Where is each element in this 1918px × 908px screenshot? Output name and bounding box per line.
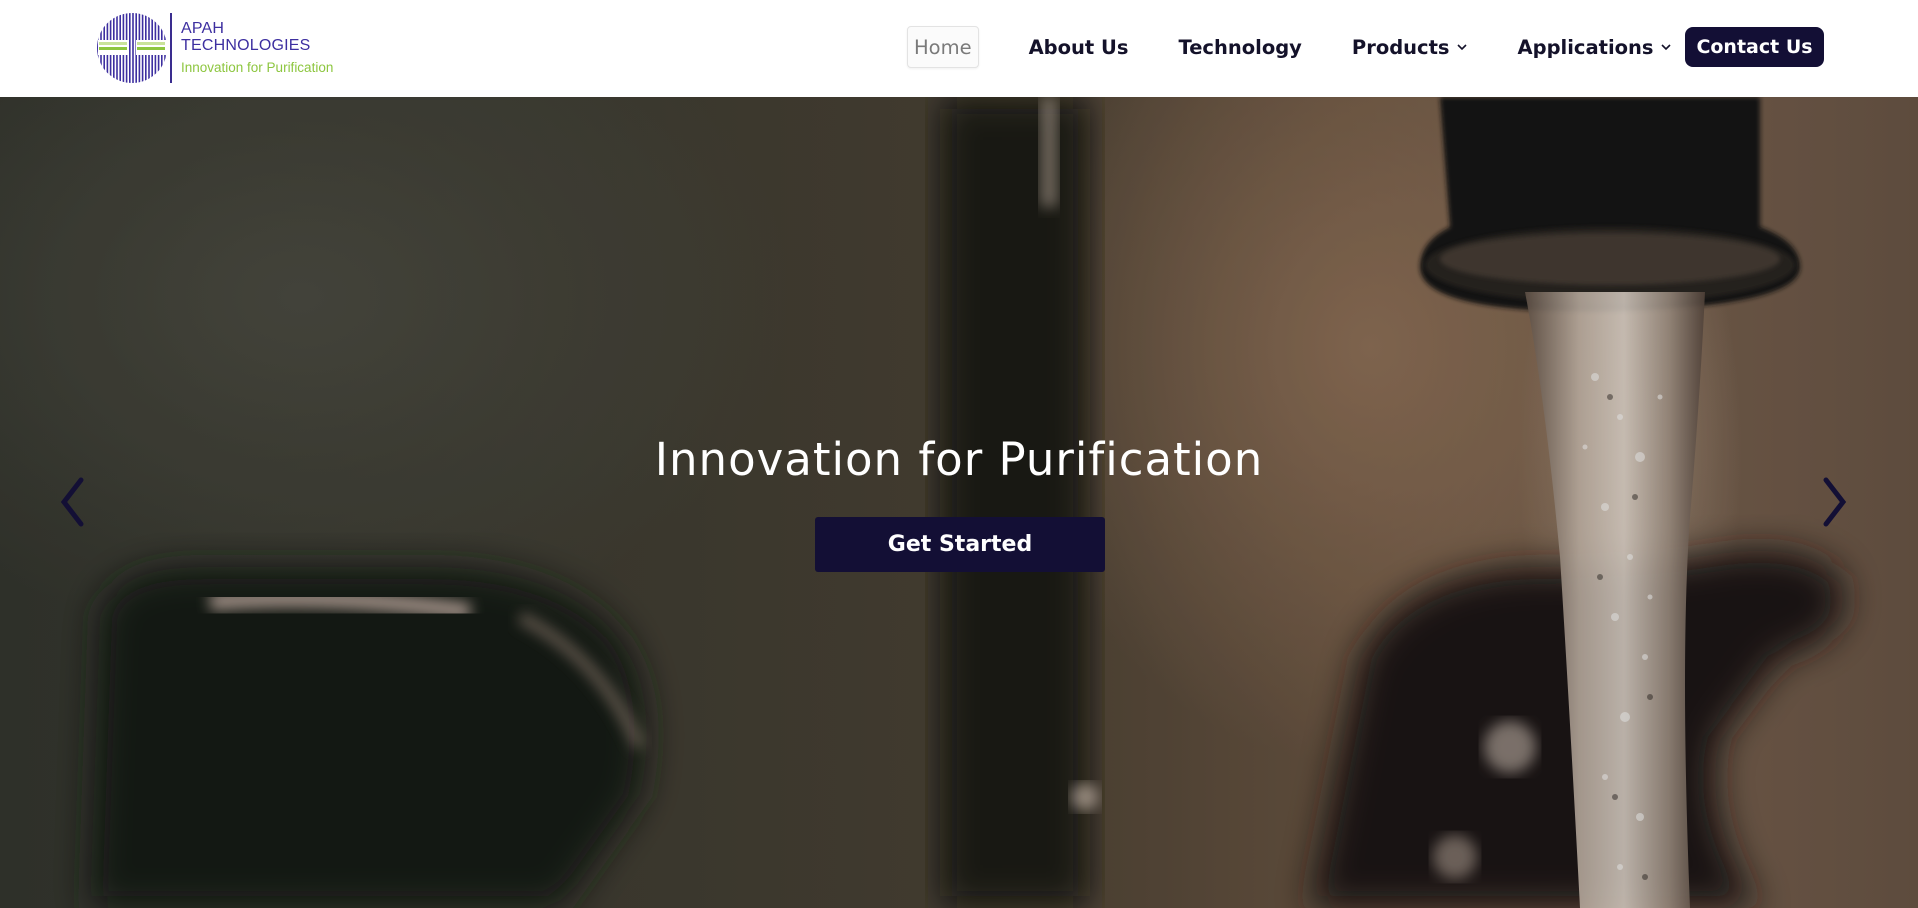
nav-item-technology[interactable]: Technology — [1172, 26, 1307, 68]
brand-tagline: Innovation for Purification — [181, 59, 334, 75]
nav-item-home[interactable]: Home — [907, 26, 979, 68]
nav-item-label: Home — [914, 35, 972, 59]
nav-item-label: Applications — [1517, 35, 1654, 59]
hero-title: Innovation for Purification — [654, 433, 1264, 486]
chevron-down-icon — [1456, 44, 1467, 51]
brand-name-line1: APAH — [181, 20, 225, 38]
chevron-left-icon — [60, 477, 84, 527]
brand-name-line2: TECHNOLOGIES — [181, 36, 311, 54]
logo-divider — [170, 13, 172, 83]
nav-item-applications[interactable]: Applications — [1512, 26, 1678, 68]
chevron-down-icon — [1660, 44, 1671, 51]
logo-text: APAH TECHNOLOGIES Innovation for Purific… — [181, 20, 334, 75]
nav-item-label: About Us — [1028, 35, 1129, 59]
nav-item-about-us[interactable]: About Us — [1023, 26, 1135, 68]
main-nav: Home About Us Technology Products Applic… — [907, 26, 1678, 68]
nav-item-products[interactable]: Products — [1346, 26, 1474, 68]
logo-mark-icon — [97, 13, 167, 83]
site-header: APAH TECHNOLOGIES Innovation for Purific… — [0, 0, 1918, 97]
contact-us-button[interactable]: Contact Us — [1685, 27, 1824, 67]
get-started-button[interactable]: Get Started — [815, 517, 1105, 572]
nav-item-label: Technology — [1178, 35, 1302, 59]
hero-overlay — [0, 97, 1918, 908]
hero-carousel: Innovation for Purification Get Started — [0, 97, 1918, 908]
nav-item-label: Products — [1351, 35, 1450, 59]
brand-logo[interactable]: APAH TECHNOLOGIES Innovation for Purific… — [96, 12, 333, 84]
chevron-right-icon — [1823, 477, 1847, 527]
carousel-next-button[interactable] — [1815, 472, 1855, 532]
carousel-prev-button[interactable] — [52, 472, 92, 532]
